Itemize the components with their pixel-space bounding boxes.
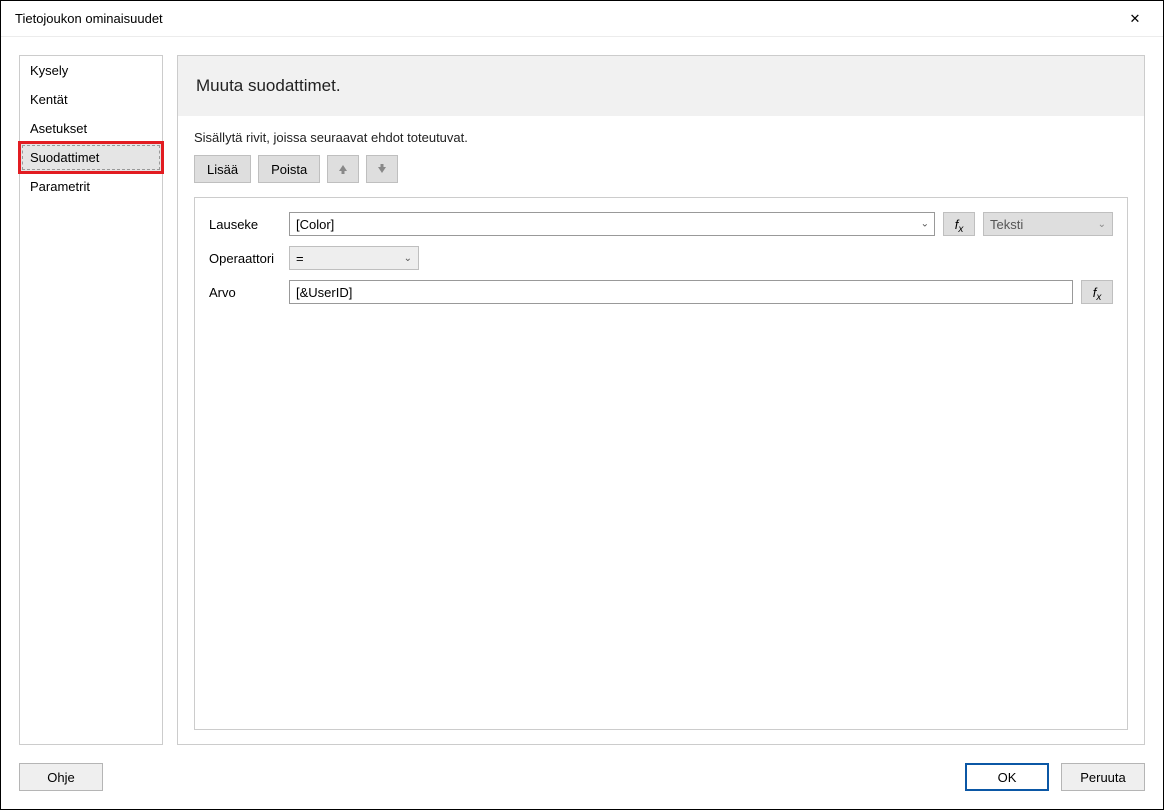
operator-label: Operaattori — [209, 251, 281, 266]
expression-input[interactable] — [289, 212, 935, 236]
sidebar-item-query[interactable]: Kysely — [20, 56, 162, 85]
panel-body: Sisällytä rivit, joissa seuraavat ehdot … — [178, 116, 1144, 744]
ok-button-label: OK — [998, 770, 1017, 785]
chevron-down-icon: ⌄ — [1098, 219, 1106, 230]
sidebar-nav: Kysely Kentät Asetukset Suodattimet Para… — [19, 55, 163, 745]
expression-combo[interactable]: ⌄ — [289, 212, 935, 236]
remove-button[interactable]: Poista — [258, 155, 320, 183]
info-text: Sisällytä rivit, joissa seuraavat ehdot … — [194, 130, 1128, 145]
fx-icon: fx — [955, 217, 964, 232]
window-title: Tietojoukon ominaisuudet — [15, 11, 163, 26]
type-select[interactable]: Teksti ⌄ — [983, 212, 1113, 236]
sidebar-item-label: Kentät — [30, 92, 68, 107]
add-button[interactable]: Lisää — [194, 155, 251, 183]
move-up-button[interactable] — [327, 155, 359, 183]
sidebar-item-label: Parametrit — [30, 179, 90, 194]
operator-select[interactable]: = ⌄ — [289, 246, 419, 270]
sidebar-item-parameters[interactable]: Parametrit — [20, 172, 162, 201]
fx-icon: fx — [1093, 285, 1102, 300]
content-area: Kysely Kentät Asetukset Suodattimet Para… — [1, 37, 1163, 763]
close-button[interactable]: ✕ — [1119, 3, 1151, 35]
value-row: Arvo fx — [209, 280, 1113, 304]
value-label: Arvo — [209, 285, 281, 300]
help-button[interactable]: Ohje — [19, 763, 103, 791]
ok-button[interactable]: OK — [965, 763, 1049, 791]
expression-label: Lauseke — [209, 217, 281, 232]
chevron-down-icon: ⌄ — [404, 253, 412, 264]
operator-row: Operaattori = ⌄ — [209, 246, 1113, 270]
value-fx-button[interactable]: fx — [1081, 280, 1113, 304]
title-bar: Tietojoukon ominaisuudet ✕ — [1, 1, 1163, 37]
move-down-button[interactable] — [366, 155, 398, 183]
sidebar-item-label: Suodattimet — [30, 150, 99, 165]
value-input[interactable] — [289, 280, 1073, 304]
dialog-window: Tietojoukon ominaisuudet ✕ Kysely Kentät… — [0, 0, 1164, 810]
type-select-value: Teksti — [990, 217, 1023, 232]
filter-toolbar: Lisää Poista — [194, 155, 1128, 183]
sidebar-item-fields[interactable]: Kentät — [20, 85, 162, 114]
expression-row: Lauseke ⌄ fx Teksti ⌄ — [209, 212, 1113, 236]
sidebar-item-filters[interactable]: Suodattimet — [20, 143, 162, 172]
operator-select-value: = — [296, 251, 304, 266]
cancel-button-label: Peruuta — [1080, 770, 1126, 785]
sidebar-item-label: Kysely — [30, 63, 68, 78]
sidebar-item-settings[interactable]: Asetukset — [20, 114, 162, 143]
cancel-button[interactable]: Peruuta — [1061, 763, 1145, 791]
arrow-up-icon — [337, 163, 349, 175]
main-panel: Muuta suodattimet. Sisällytä rivit, jois… — [177, 55, 1145, 745]
panel-header: Muuta suodattimet. — [178, 56, 1144, 116]
help-button-label: Ohje — [47, 770, 74, 785]
dialog-footer: Ohje OK Peruuta — [1, 763, 1163, 809]
filter-editor-panel: Lauseke ⌄ fx Teksti ⌄ — [194, 197, 1128, 730]
sidebar-item-label: Asetukset — [30, 121, 87, 136]
arrow-down-icon — [376, 163, 388, 175]
add-button-label: Lisää — [207, 162, 238, 177]
close-icon: ✕ — [1130, 11, 1141, 27]
remove-button-label: Poista — [271, 162, 307, 177]
expression-fx-button[interactable]: fx — [943, 212, 975, 236]
